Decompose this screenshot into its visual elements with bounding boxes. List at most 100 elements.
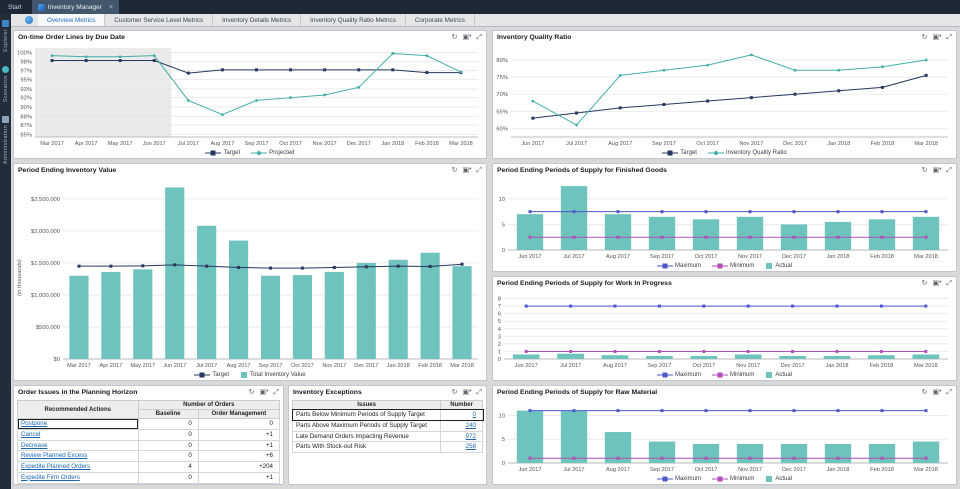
svg-text:Mar 2018: Mar 2018 [450,363,474,369]
table-row: Late Demand Orders Impacting Revenue972 [293,431,483,442]
panel-supply-raw-material: Period Ending Periods of Supply for Raw … [492,385,957,485]
table-row: Review Planned Excess0+6 [18,451,280,462]
svg-text:Jun 2017: Jun 2017 [521,141,544,147]
svg-text:7: 7 [498,304,501,310]
svg-text:Dec 2017: Dec 2017 [783,141,807,147]
panel-actions: ↻ ▣▾ ⤢ [452,167,482,174]
svg-text:Jun 2017: Jun 2017 [518,467,541,473]
maximize-icon[interactable]: ⤢ [476,34,482,41]
svg-text:Feb 2018: Feb 2018 [418,363,442,369]
panel-supply-work-in-progress: Period Ending Periods of Supply for Work… [492,276,957,381]
number-link[interactable]: 0 [473,411,476,418]
panel-actions: ↻ ▣▾ ⤢ [922,34,952,41]
svg-text:0: 0 [502,248,505,254]
svg-text:88%: 88% [20,114,32,120]
maximize-icon[interactable]: ⤢ [946,280,952,287]
window-tab-label: Inventory Manager [48,4,102,11]
export-icon[interactable]: ▣▾ [260,389,269,396]
table-row: Decrease0+1 [18,440,280,451]
svg-text:Dec 2017: Dec 2017 [782,254,806,260]
svg-text:Mar 2018: Mar 2018 [914,363,938,369]
tab-corporate-metrics[interactable]: Corporate Metrics [406,14,475,26]
svg-text:Jul 2017: Jul 2017 [178,141,199,147]
legend-item: Target [194,371,229,379]
svg-text:Feb 2018: Feb 2018 [870,363,894,369]
export-icon[interactable]: ▣▾ [463,34,472,41]
maximize-icon[interactable]: ⤢ [946,167,952,174]
legend-item: Target [205,149,240,157]
export-icon[interactable]: ▣▾ [933,34,942,41]
maximize-icon[interactable]: ⤢ [476,389,482,396]
svg-text:Jul 2017: Jul 2017 [566,141,587,147]
export-icon[interactable]: ▣▾ [933,389,942,396]
svg-text:Aug 2017: Aug 2017 [606,254,630,260]
rail-item-administration[interactable]: Administration [2,116,9,164]
svg-text:1: 1 [498,349,501,355]
svg-text:Sep 2017: Sep 2017 [650,467,674,473]
refresh-icon[interactable]: ↻ [452,34,458,41]
svg-text:87%: 87% [20,123,32,129]
legend-item: Minimum [712,371,754,379]
svg-text:Aug 2017: Aug 2017 [608,141,632,147]
export-icon[interactable]: ▣▾ [463,167,472,174]
start-menu[interactable]: Start [0,4,32,11]
svg-text:70%: 70% [496,92,508,98]
chart-legend: TargetTotal Inventory Value [14,369,486,380]
explorer-icon [2,20,9,27]
svg-text:5: 5 [502,222,505,228]
column-header: Order Management [198,410,279,419]
svg-text:Sep 2017: Sep 2017 [259,363,283,369]
svg-text:Sep 2017: Sep 2017 [650,254,674,260]
tab-inventory-details-metrics[interactable]: Inventory Details Metrics [213,14,301,26]
panel-title: Period Ending Periods of Supply for Raw … [497,389,657,396]
number-link[interactable]: 258 [466,443,476,450]
maximize-icon[interactable]: ⤢ [946,389,952,396]
refresh-icon[interactable]: ↻ [249,389,255,396]
panel-actions: ↻ ▣▾ ⤢ [922,280,952,287]
rail-item-scenarios[interactable]: Scenarios [2,66,9,102]
action-link[interactable]: Decrease [21,442,47,449]
tab-inventory-quality-ratio-metrics[interactable]: Inventory Quality Ratio Metrics [301,14,406,26]
action-link[interactable]: Review Planned Excess [21,452,87,459]
inventory-exceptions-table-wrap: Issues Number Parts Below Minimum Period… [289,399,486,484]
svg-text:2: 2 [498,342,501,348]
refresh-icon[interactable]: ↻ [922,167,928,174]
export-icon[interactable]: ▣▾ [933,167,942,174]
refresh-icon[interactable]: ↻ [922,280,928,287]
column-header-group: Number of Orders [138,401,279,410]
refresh-icon[interactable]: ↻ [922,389,928,396]
action-link[interactable]: Expedite Firm Orders [21,474,80,481]
number-link[interactable]: 240 [466,422,476,429]
svg-text:8: 8 [498,297,501,303]
order-issues-table: Recommended Actions Number of Orders Bas… [17,400,280,484]
refresh-icon[interactable]: ↻ [452,167,458,174]
export-icon[interactable]: ▣▾ [463,389,472,396]
refresh-icon[interactable]: ↻ [452,389,458,396]
svg-text:$1,500,000: $1,500,000 [31,261,60,267]
number-link[interactable]: 972 [466,433,476,440]
finished-goods-chart: 0510Jun 2017Jul 2017Aug 2017Sep 2017Oct … [493,177,956,260]
svg-text:Dec 2017: Dec 2017 [781,363,805,369]
export-icon[interactable]: ▣▾ [933,280,942,287]
column-header: Recommended Actions [18,401,139,419]
tab-overview-metrics[interactable]: Overview Metrics [38,14,105,26]
svg-text:98%: 98% [20,60,32,66]
svg-text:95%: 95% [20,78,32,84]
maximize-icon[interactable]: ⤢ [476,167,482,174]
panel-title: Period Ending Periods of Supply for Work… [497,280,672,287]
action-link[interactable]: Cancel [21,431,40,438]
maximize-icon[interactable]: ⤢ [946,34,952,41]
maximize-icon[interactable]: ⤢ [273,389,279,396]
tab-customer-service-level-metrics[interactable]: Customer Service Level Metrics [105,14,213,26]
close-icon[interactable]: × [109,4,113,11]
refresh-icon[interactable]: ↻ [922,34,928,41]
action-link[interactable]: Postpone [21,420,47,427]
svg-text:Nov 2017: Nov 2017 [738,254,762,260]
administration-icon [2,116,9,123]
rail-item-explorer[interactable]: Explorer [2,20,9,52]
globe-icon[interactable] [25,16,33,24]
legend-item: Maximum [657,475,701,483]
action-link[interactable]: Expedite Planned Orders [21,463,90,470]
svg-text:$1,000,000: $1,000,000 [31,293,60,299]
window-tab-inventory-manager[interactable]: Inventory Manager × [32,0,119,14]
